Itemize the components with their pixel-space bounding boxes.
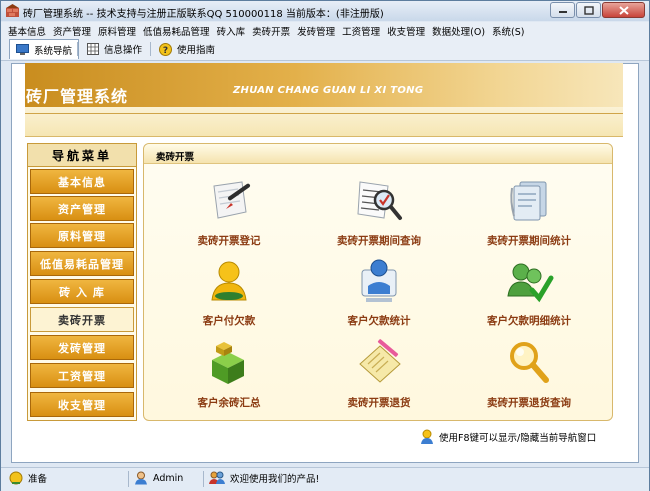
function-customer-pay-debt[interactable]: 客户付欠款 bbox=[154, 256, 304, 328]
info-operation-label: 信息操作 bbox=[104, 45, 143, 56]
menu-payroll[interactable]: 工资管理 bbox=[342, 22, 380, 38]
status-bar: 准备 Admin 欢迎使用我们的产品! bbox=[1, 467, 649, 491]
banner-subtitle: ZHUAN CHANG GUAN LI XI TONG bbox=[233, 85, 424, 96]
f8-hint-text: 使用F8键可以显示/隐藏当前导航窗口 bbox=[439, 433, 597, 444]
content-title: 卖砖开票 bbox=[156, 152, 195, 163]
grid-icon bbox=[87, 43, 99, 55]
banner-divider bbox=[25, 113, 623, 114]
nav-item-income-expense[interactable]: 收支管理 bbox=[30, 392, 134, 417]
status-ready: 准备 bbox=[9, 471, 47, 485]
close-button[interactable] bbox=[602, 2, 645, 18]
tab-system-nav-label: 系统导航 bbox=[34, 45, 73, 57]
monitor-icon bbox=[16, 43, 29, 55]
function-brick-invoice-period-query[interactable]: 卖砖开票期间查询 bbox=[304, 176, 454, 248]
menu-brick-invoice[interactable]: 卖砖开票 bbox=[252, 22, 290, 38]
nav-panel: 导航菜单 基本信息 资产管理 原料管理 低值易耗品管理 砖 入 库 卖砖开票 发… bbox=[27, 143, 137, 421]
nav-item-basic-info[interactable]: 基本信息 bbox=[30, 169, 134, 194]
f8-hint: 使用F8键可以显示/隐藏当前导航窗口 bbox=[419, 429, 596, 445]
function-label: 卖砖开票退货查询 bbox=[487, 397, 571, 409]
status-welcome-text: 欢迎使用我们的产品! bbox=[230, 474, 320, 485]
function-customer-remaining-bricks[interactable]: 客户余砖汇总 bbox=[154, 338, 304, 410]
function-label: 卖砖开票期间查询 bbox=[337, 235, 421, 247]
maximize-button[interactable] bbox=[576, 2, 601, 18]
function-label: 客户欠款明细统计 bbox=[487, 315, 571, 327]
title-bar: 砖厂管理系统 -- 技术支持与注册正版联系QQ 510000118 当前版本：(… bbox=[1, 1, 649, 21]
content-panel: 卖砖开票 卖砖开票登记 卖砖开票期间查询 卖砖开票期间统计 客户付欠款 客户欠款… bbox=[143, 143, 613, 421]
users-check-icon bbox=[507, 263, 554, 303]
menu-basic-info[interactable]: 基本信息 bbox=[8, 22, 46, 38]
menu-system[interactable]: 系统(S) bbox=[492, 22, 524, 38]
people-icon bbox=[209, 471, 225, 484]
function-brick-invoice-return[interactable]: 卖砖开票退货 bbox=[304, 338, 454, 410]
status-welcome: 欢迎使用我们的产品! bbox=[209, 471, 319, 485]
green-cubes-icon bbox=[212, 342, 244, 384]
status-user-text: Admin bbox=[153, 472, 184, 484]
toolbar: 系统导航 信息操作 ? 使用指南 bbox=[1, 38, 649, 61]
nav-item-brick-inbound[interactable]: 砖 入 库 bbox=[30, 279, 134, 304]
function-label: 客户付欠款 bbox=[202, 315, 256, 327]
menu-materials[interactable]: 原料管理 bbox=[98, 22, 136, 38]
close-icon bbox=[618, 5, 629, 15]
status-separator bbox=[203, 471, 204, 487]
menu-consumables[interactable]: 低值易耗品管理 bbox=[143, 22, 210, 38]
function-label: 客户欠款统计 bbox=[347, 315, 411, 327]
toolbar-separator bbox=[150, 42, 151, 56]
nav-item-brick-delivery[interactable]: 发砖管理 bbox=[30, 335, 134, 360]
function-brick-invoice-register[interactable]: 卖砖开票登记 bbox=[154, 176, 304, 248]
banner-strip bbox=[25, 107, 623, 137]
status-separator bbox=[128, 471, 129, 487]
banner-title: 砖厂管理系统 bbox=[26, 87, 129, 106]
user-guide-button[interactable]: ? 使用指南 bbox=[153, 39, 221, 59]
minimize-icon bbox=[558, 11, 567, 13]
nav-item-brick-invoice[interactable]: 卖砖开票 bbox=[30, 307, 134, 332]
menu-brick-delivery[interactable]: 发砖管理 bbox=[297, 22, 335, 38]
user-guide-label: 使用指南 bbox=[177, 45, 216, 56]
magnifier-icon bbox=[510, 342, 549, 383]
tab-system-nav[interactable]: 系统导航 bbox=[9, 39, 80, 59]
function-label: 卖砖开票登记 bbox=[197, 235, 261, 247]
menu-assets[interactable]: 资产管理 bbox=[53, 22, 91, 38]
menu-brick-inbound[interactable]: 砖入库 bbox=[217, 22, 246, 38]
minimize-button[interactable] bbox=[550, 2, 575, 18]
function-label: 客户余砖汇总 bbox=[197, 397, 261, 409]
content-header: 卖砖开票 bbox=[144, 144, 612, 164]
nav-header: 导航菜单 bbox=[28, 144, 136, 167]
status-user: Admin bbox=[134, 471, 183, 485]
help-icon: ? bbox=[159, 42, 172, 56]
svg-text:?: ? bbox=[163, 46, 168, 56]
person-chart-icon bbox=[361, 259, 397, 302]
user-yellow-icon bbox=[211, 261, 247, 301]
hint-user-icon bbox=[421, 429, 433, 444]
document-stack-icon bbox=[510, 181, 547, 221]
window-title: 砖厂管理系统 -- 技术支持与注册正版联系QQ 510000118 当前版本：(… bbox=[23, 9, 384, 20]
app-window: 砖厂管理系统 -- 技术支持与注册正版联系QQ 510000118 当前版本：(… bbox=[0, 0, 650, 491]
menu-data[interactable]: 数据处理(O) bbox=[432, 22, 485, 38]
function-label: 卖砖开票期间统计 bbox=[487, 235, 571, 247]
function-customer-debt-stats[interactable]: 客户欠款统计 bbox=[304, 256, 454, 328]
menu-income-expense[interactable]: 收支管理 bbox=[387, 22, 425, 38]
function-customer-debt-detail-stats[interactable]: 客户欠款明细统计 bbox=[454, 256, 604, 328]
nav-item-consumables[interactable]: 低值易耗品管理 bbox=[30, 251, 134, 276]
menu-bar: 基本信息 资产管理 原料管理 低值易耗品管理 砖入库 卖砖开票 发砖管理 工资管… bbox=[1, 22, 649, 38]
function-brick-invoice-return-query[interactable]: 卖砖开票退货查询 bbox=[454, 338, 604, 410]
nav-item-payroll[interactable]: 工资管理 bbox=[30, 363, 134, 388]
edit-pen-icon bbox=[213, 181, 251, 219]
function-label: 卖砖开票退货 bbox=[347, 397, 411, 409]
ready-icon bbox=[9, 471, 23, 485]
search-document-icon bbox=[357, 181, 402, 220]
user-icon bbox=[135, 471, 147, 485]
app-icon bbox=[6, 4, 19, 17]
notepad-pencil-icon bbox=[359, 339, 401, 383]
toolbar-separator bbox=[77, 42, 78, 56]
info-operation-button[interactable]: 信息操作 bbox=[81, 39, 148, 59]
nav-item-materials[interactable]: 原料管理 bbox=[30, 223, 134, 248]
status-ready-text: 准备 bbox=[28, 474, 48, 485]
function-brick-invoice-period-stats[interactable]: 卖砖开票期间统计 bbox=[454, 176, 604, 248]
maximize-icon bbox=[583, 5, 594, 15]
nav-item-assets[interactable]: 资产管理 bbox=[30, 196, 134, 221]
